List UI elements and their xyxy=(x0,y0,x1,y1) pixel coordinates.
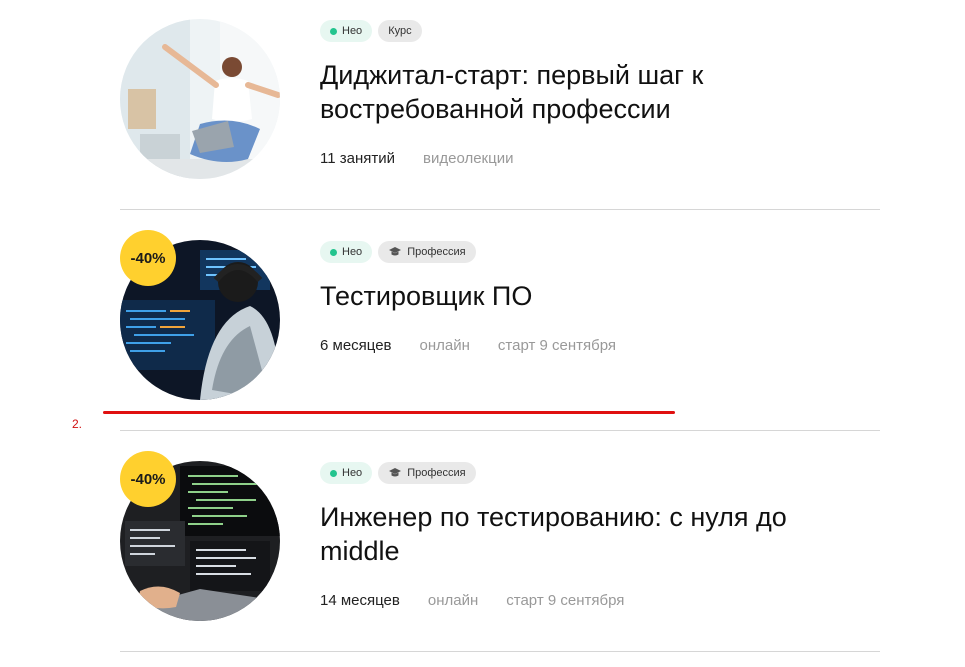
course-title[interactable]: Диджитал-старт: первый шаг к востребован… xyxy=(320,58,840,126)
neo-badge: Нео xyxy=(320,241,373,263)
green-dot-icon xyxy=(330,27,337,35)
discount-badge: -40% xyxy=(120,451,176,507)
neo-badge: Нео xyxy=(320,20,373,42)
course-image-woman-laptop[interactable] xyxy=(120,19,280,179)
divider xyxy=(120,209,880,210)
course-badges: Нео Профессия xyxy=(320,462,476,484)
green-dot-icon xyxy=(330,469,337,477)
green-dot-icon xyxy=(330,248,337,256)
graduation-cap-icon xyxy=(389,468,402,477)
course-start-date: старт 9 сентября xyxy=(506,592,625,609)
course-type-badge: Курс xyxy=(378,20,422,42)
divider xyxy=(120,430,880,431)
course-card-qa-engineer[interactable]: -40% Нео Профессия Инженер по тестирован… xyxy=(120,442,880,663)
course-meta: 6 месяцев онлайн старт 9 сентября xyxy=(320,337,616,354)
profession-badge: Профессия xyxy=(378,462,476,484)
course-title[interactable]: Тестировщик ПО xyxy=(320,279,840,313)
course-badges: Нео Профессия xyxy=(320,241,476,263)
graduation-cap-icon xyxy=(389,247,402,256)
course-format: онлайн xyxy=(419,337,470,354)
red-annotation-line xyxy=(103,411,675,414)
divider xyxy=(120,651,880,652)
course-meta: 14 месяцев онлайн старт 9 сентября xyxy=(320,592,624,609)
course-card-qa-tester[interactable]: -40% Нео Профессия Тестировщик ПО 6 меся… xyxy=(120,221,880,442)
profession-badge: Профессия xyxy=(378,241,476,263)
course-duration: 6 месяцев xyxy=(320,337,392,354)
discount-badge: -40% xyxy=(120,230,176,286)
course-duration: 11 занятий xyxy=(320,150,395,167)
neo-badge: Нео xyxy=(320,462,373,484)
course-title[interactable]: Инженер по тестированию: с нуля до middl… xyxy=(320,500,840,568)
annotation-number: 2. xyxy=(72,417,83,431)
course-duration: 14 месяцев xyxy=(320,592,400,609)
course-card-digital-start[interactable]: Нео Курс Диджитал-старт: первый шаг к во… xyxy=(120,0,880,221)
course-format: онлайн xyxy=(427,592,479,609)
course-badges: Нео Курс xyxy=(320,20,422,42)
course-meta: 11 занятий видеолекции xyxy=(320,150,513,167)
course-format: видеолекции xyxy=(423,150,514,167)
course-start-date: старт 9 сентября xyxy=(497,337,617,354)
